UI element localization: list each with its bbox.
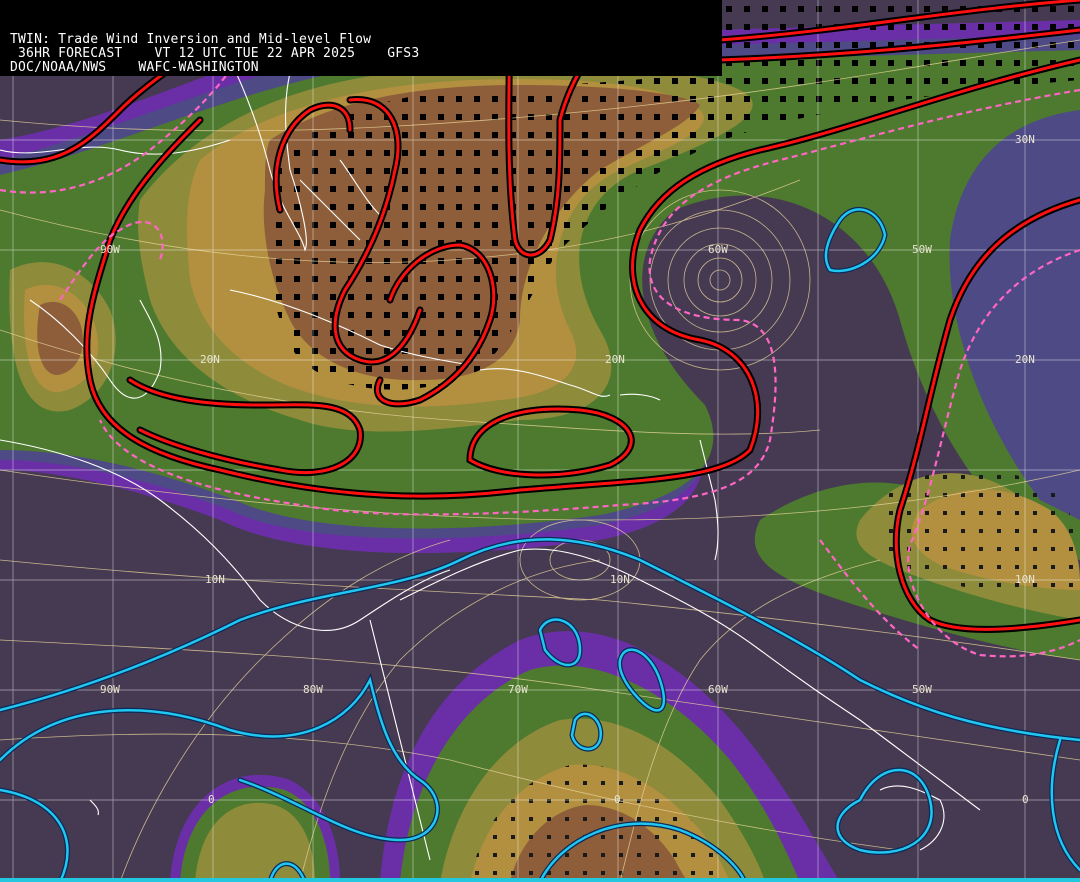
label-60w-south: 60W (708, 683, 728, 696)
bottom-edge-bar (0, 878, 1080, 882)
label-50w-north: 50W (912, 243, 932, 256)
label-0-west: 0 (208, 793, 215, 806)
label-10n-center: 10N (610, 573, 630, 586)
label-50w-south: 50W (912, 683, 932, 696)
label-20n-east: 20N (1015, 353, 1035, 366)
label-10n-east: 10N (1015, 573, 1035, 586)
label-30n-east: 30N (1015, 133, 1035, 146)
label-80w-south: 80W (303, 683, 323, 696)
label-0-east: 0 (1022, 793, 1029, 806)
label-90w-south: 90W (100, 683, 120, 696)
label-10n-west: 10N (205, 573, 225, 586)
header-forecast: 36HR FORECAST VT 12 UTC TUE 22 APR 2025 … (10, 46, 420, 61)
label-70w-south: 70W (508, 683, 528, 696)
map-header: TWIN: Trade Wind Inversion and Mid-level… (0, 0, 722, 76)
label-90w-north: 90W (100, 243, 120, 256)
header-title: TWIN: Trade Wind Inversion and Mid-level… (10, 32, 372, 47)
label-0-center: 0 (614, 793, 621, 806)
header-agency: DOC/NOAA/NWS WAFC-WASHINGTON (10, 60, 259, 75)
label-20n-west: 20N (200, 353, 220, 366)
label-20n-center: 20N (605, 353, 625, 366)
weather-map: 30N 90W 60W 50W 20N 20N 20N 10N 10N 10N … (0, 0, 1080, 882)
label-60w-north: 60W (708, 243, 728, 256)
